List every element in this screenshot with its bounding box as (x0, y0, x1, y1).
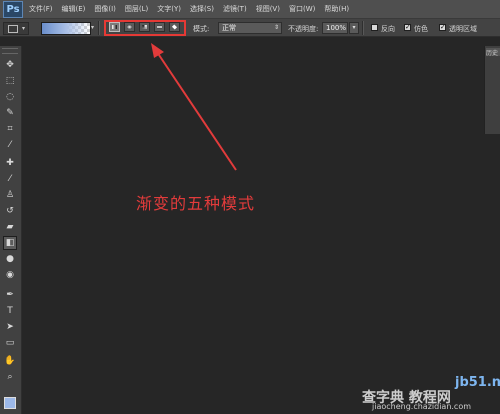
annotation-text: 渐变的五种模式 (136, 194, 256, 213)
dither-checkbox[interactable]: ✓ (404, 24, 411, 31)
watermark-url: jiaocheng.chazidian.com (372, 402, 472, 411)
blur-tool-icon[interactable]: ● (3, 252, 17, 266)
diamond-gradient-icon (171, 24, 178, 30)
brush-tool-icon[interactable]: ⁄ (3, 172, 17, 186)
menu-help[interactable]: 帮助(H) (324, 4, 349, 14)
reflected-gradient-icon (157, 25, 162, 29)
angle-gradient-icon (142, 25, 147, 29)
opacity-value: 100% (326, 24, 347, 32)
divider (98, 21, 100, 35)
gradient-editor-swatch[interactable] (41, 22, 91, 35)
dither-label: 仿色 (414, 25, 428, 33)
eraser-tool-icon[interactable]: ▰ (3, 220, 17, 234)
quick-select-tool-icon[interactable]: ✎ (3, 106, 17, 120)
radial-gradient-button[interactable] (124, 22, 135, 32)
menu-image[interactable]: 图像(I) (94, 4, 116, 14)
transparency-label: 透明区域 (449, 25, 477, 33)
reverse-label: 反向 (381, 25, 395, 33)
panel-grip[interactable] (2, 48, 18, 54)
opacity-label: 不透明度: (288, 25, 319, 33)
photoshop-logo: Ps (3, 0, 23, 18)
crop-tool-icon[interactable]: ⌗ (3, 122, 17, 136)
pen-tool-icon[interactable]: ✒ (3, 288, 17, 302)
eyedropper-tool-icon[interactable]: ⁄ (3, 138, 17, 152)
history-panel-tab[interactable]: 历史 (486, 48, 500, 56)
blend-mode-select[interactable]: 正常 ⇕ (218, 22, 282, 34)
angle-gradient-button[interactable] (139, 22, 150, 32)
path-select-icon[interactable]: ➤ (3, 320, 17, 334)
linear-gradient-button[interactable] (109, 22, 120, 32)
menu-bar: Ps 文件(F) 编辑(E) 图像(I) 图层(L) 文字(Y) 选择(S) 滤… (0, 0, 500, 19)
blend-mode-value: 正常 (222, 24, 236, 32)
transparency-checkbox[interactable]: ✓ (439, 24, 446, 31)
opacity-dropdown-button[interactable]: ▾ (349, 22, 359, 34)
menu-edit[interactable]: 编辑(E) (62, 4, 86, 14)
menu-file[interactable]: 文件(F) (29, 4, 53, 14)
diamond-gradient-button[interactable] (169, 22, 180, 32)
radial-gradient-icon (127, 25, 132, 29)
linear-gradient-icon (112, 25, 117, 29)
tool-preset-picker[interactable]: ▾ (3, 22, 29, 35)
move-tool-icon[interactable]: ✥ (3, 58, 17, 72)
marquee-tool-icon[interactable]: ⬚ (3, 74, 17, 88)
tools-panel: ✥ ⬚ ◌ ✎ ⌗ ⁄ ✚ ⁄ ♙ ↺ ▰ ◧ ● ◉ ✒ T ➤ ▭ ✋ ⌕ (0, 46, 22, 414)
foreground-color-swatch[interactable] (4, 397, 16, 409)
reflected-gradient-button[interactable] (154, 22, 165, 32)
gradient-tool-icon (8, 25, 18, 33)
zoom-tool-icon[interactable]: ⌕ (3, 370, 17, 384)
gradient-tool-icon[interactable]: ◧ (3, 236, 17, 250)
divider (362, 21, 364, 35)
gradient-picker-chevron-icon[interactable]: ▾ (91, 24, 94, 35)
lasso-tool-icon[interactable]: ◌ (3, 90, 17, 104)
type-tool-icon[interactable]: T (3, 304, 17, 318)
menu-type[interactable]: 文字(Y) (157, 4, 181, 14)
history-panel-collapsed: 历史 (484, 46, 500, 134)
chevron-down-icon: ▾ (21, 25, 25, 32)
watermark-site: jb51.net (455, 375, 500, 390)
history-brush-icon[interactable]: ↺ (3, 204, 17, 218)
menu-layer[interactable]: 图层(L) (125, 4, 148, 14)
mode-label: 模式: (193, 25, 210, 33)
menu-select[interactable]: 选择(S) (190, 4, 214, 14)
shape-tool-icon[interactable]: ▭ (3, 336, 17, 350)
hand-tool-icon[interactable]: ✋ (3, 354, 17, 368)
opacity-input[interactable]: 100% (322, 22, 348, 34)
updown-icon: ⇕ (273, 24, 279, 31)
menu-filter[interactable]: 滤镜(T) (223, 4, 247, 14)
healing-brush-icon[interactable]: ✚ (3, 156, 17, 170)
menu-window[interactable]: 窗口(W) (289, 4, 315, 14)
dodge-tool-icon[interactable]: ◉ (3, 268, 17, 282)
reverse-checkbox[interactable] (371, 24, 378, 31)
menu-view[interactable]: 视图(V) (256, 4, 280, 14)
stamp-tool-icon[interactable]: ♙ (3, 188, 17, 202)
